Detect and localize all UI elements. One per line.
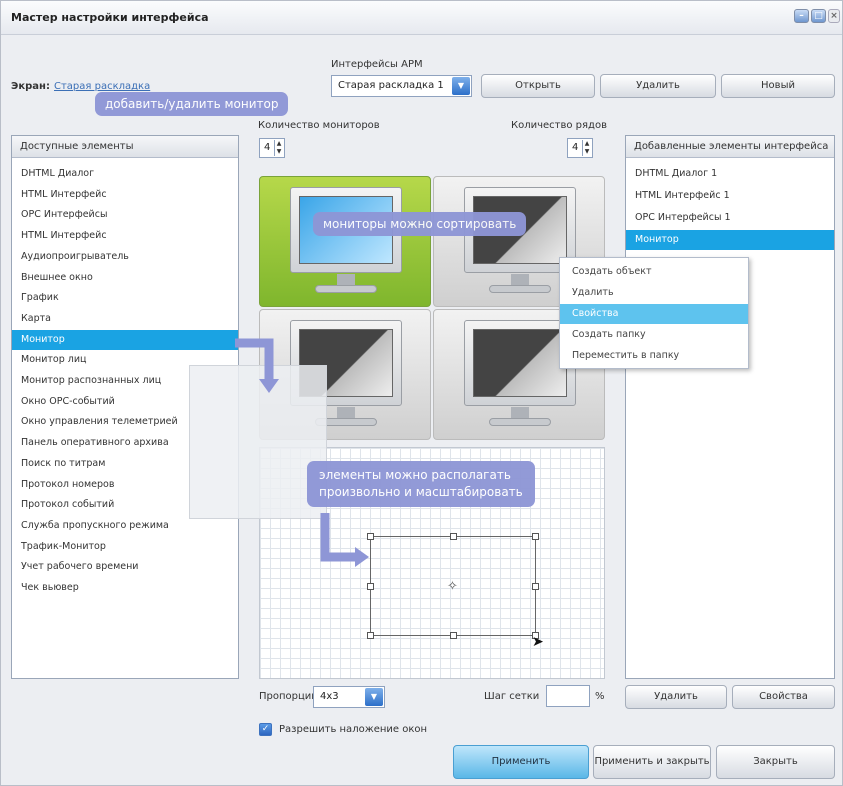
overlap-checkbox[interactable]: ✓ [259,723,272,736]
available-element-item[interactable]: Трафик-Монитор [12,537,238,557]
arm-label: Интерфейсы АРМ [331,59,423,70]
resize-handle[interactable] [367,583,374,590]
cursor-icon: ➤ [532,634,544,650]
monitor-tile-1[interactable] [259,176,431,307]
callout-add-remove: добавить/удалить монитор [95,92,289,116]
callout-layout: элементы можно располагать произвольно и… [307,461,535,507]
grid-step-unit: % [595,691,605,702]
drag-arrow-icon [235,338,279,393]
open-button[interactable]: Открыть [481,74,595,98]
spinner-arrows-icon: ▲ ▼ [274,140,283,156]
available-element-item[interactable]: Чек вьювер [12,578,238,598]
rows-count-label: Количество рядов [511,120,607,131]
close-icon: × [830,11,838,21]
screen-link[interactable]: Старая раскладка [54,81,150,92]
available-element-item[interactable]: Карта [12,309,238,329]
minimize-button[interactable]: – [794,9,809,23]
proportion-value: 4x3 [320,691,339,702]
proportion-select[interactable]: 4x3 ▼ [313,686,385,708]
move-icon: ✧ [447,579,458,594]
context-menu-item[interactable]: Удалить [560,283,748,303]
available-element-item[interactable]: OPC Интерфейсы [12,205,238,225]
context-menu: Создать объект Удалить Свойства Создать пап… [559,257,749,369]
available-element-item[interactable]: HTML Интерфейс [12,226,238,246]
resize-handle[interactable] [532,583,539,590]
minimize-icon: – [799,11,804,21]
available-element-item[interactable]: График [12,288,238,308]
overlap-label: Разрешить наложение окон [279,724,428,735]
added-element-item[interactable]: DHTML Диалог 1 [626,164,834,184]
available-element-item[interactable]: Монитор [12,329,238,350]
added-element-item[interactable]: HTML Интерфейс 1 [626,186,834,206]
added-element-item[interactable]: OPC Интерфейсы 1 [626,208,834,228]
context-menu-item[interactable]: Свойства [560,304,748,324]
available-elements-header: Доступные элементы [12,136,238,158]
available-element-item[interactable]: HTML Интерфейс [12,185,238,205]
monitors-count-value: 4 [264,142,271,153]
resize-handle[interactable] [367,632,374,639]
added-elements-header: Добавленные элементы интерфейса [626,136,834,158]
resize-handle[interactable] [450,632,457,639]
added-element-item[interactable]: Монитор [626,230,834,250]
apply-button[interactable]: Применить [453,745,589,779]
spinner-arrows-icon: ▲ ▼ [582,140,591,156]
arm-select-value: Старая раскладка 1 [338,80,444,91]
monitors-count-label: Количество мониторов [258,120,380,131]
available-element-item[interactable]: Учет рабочего времени [12,557,238,577]
monitors-count-spinner[interactable]: 4 ▲ ▼ [259,138,285,158]
checkmark-icon: ✓ [261,724,270,734]
context-menu-item[interactable]: Создать объект [560,262,748,282]
wizard-window: Мастер настройки интерфейса – □ × Экран:… [0,0,843,786]
close-button[interactable]: × [828,9,840,23]
window-title: Мастер настройки интерфейса [11,11,209,24]
grid-step-input[interactable] [546,685,590,707]
close-dialog-button[interactable]: Закрыть [716,745,835,779]
arrow-to-frame-icon [320,513,369,567]
available-element-item[interactable]: Аудиопроигрыватель [12,247,238,267]
callout-layout-line1: элементы можно располагать [319,468,511,482]
layout-element-frame[interactable]: ✧ [367,533,539,639]
callout-layout-line2: произвольно и масштабировать [319,485,523,499]
title-bar: Мастер настройки интерфейса – □ × [1,1,842,35]
grid-step-label: Шаг сетки [484,691,540,702]
proportion-label: Пропорции [259,691,318,702]
apply-close-button[interactable]: Применить и закрыть [593,745,711,779]
maximize-icon: □ [814,11,823,21]
context-menu-item[interactable]: Создать папку [560,325,748,345]
properties-button[interactable]: Свойства [732,685,835,709]
resize-handle[interactable] [450,533,457,540]
maximize-button[interactable]: □ [811,9,826,23]
delete-element-button[interactable]: Удалить [625,685,727,709]
screen-label: Экран: [11,81,50,92]
chevron-down-icon: ▼ [365,688,383,706]
available-element-item[interactable]: Внешнее окно [12,268,238,288]
delete-arm-button[interactable]: Удалить [600,74,716,98]
chevron-down-icon: ▼ [452,77,470,95]
context-menu-item[interactable]: Переместить в папку [560,346,748,366]
rows-count-value: 4 [572,142,579,153]
available-element-item[interactable]: DHTML Диалог [12,164,238,184]
arm-select[interactable]: Старая раскладка 1 ▼ [331,75,472,97]
rows-count-spinner[interactable]: 4 ▲ ▼ [567,138,593,158]
new-button[interactable]: Новый [721,74,835,98]
callout-sortable: мониторы можно сортировать [313,212,527,236]
added-elements-panel: Добавленные элементы интерфейса DHTML Ди… [625,135,835,679]
resize-handle[interactable] [532,533,539,540]
